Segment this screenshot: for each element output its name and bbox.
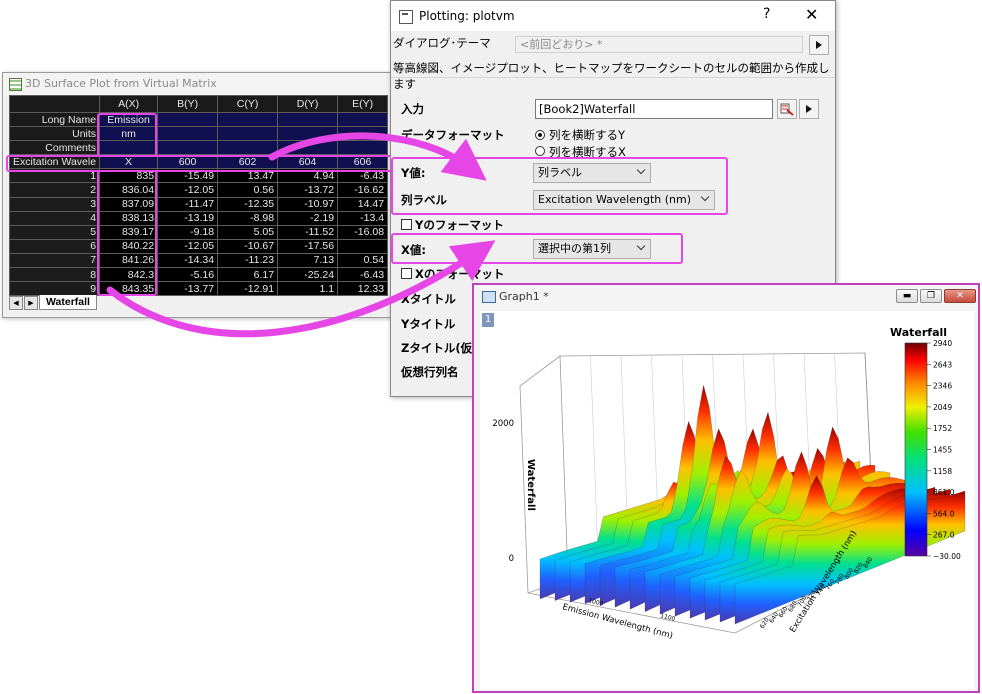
legend-title: Waterfall [890, 326, 947, 339]
plot-area[interactable]: 1 2000 0 Waterfall Emission Wavelength (… [480, 311, 974, 689]
arrow-x-to-xvalue [106, 240, 496, 338]
arrow-excitation-to-y [268, 132, 487, 181]
legend-tick-label: 1455 [933, 446, 952, 455]
color-scale-bar [904, 342, 928, 557]
legend-tick-label: 861.0 [933, 488, 955, 497]
minimize-button[interactable]: ▬ [896, 289, 918, 303]
legend-tick-label: 2940 [933, 339, 952, 348]
legend-tick-label: 2346 [933, 382, 952, 391]
z-tick-label: 0 [509, 554, 514, 564]
graph-title: Graph1 * [499, 290, 549, 303]
graph-close-button[interactable]: ✕ [944, 289, 976, 303]
z-tick-label: 2000 [492, 419, 514, 429]
graph-window[interactable]: Graph1 * ▬ ❐ ✕ 1 2000 0 Waterfall Emissi… [472, 283, 980, 693]
graph-titlebar[interactable]: Graph1 * ▬ ❐ ✕ [474, 285, 978, 309]
legend-tick-label: 1752 [933, 424, 952, 433]
legend-tick-label: 2643 [933, 360, 952, 369]
layer-indicator[interactable]: 1 [482, 313, 494, 327]
x-axis-label: Emission Wavelength (nm) [561, 602, 674, 641]
legend-tick-label: 267.0 [933, 531, 955, 540]
legend-tick-label: 564.0 [933, 509, 955, 518]
surface-plot: 2000 0 Waterfall Emission Wavelength (nm… [492, 326, 966, 641]
legend-tick-label: −30.00 [933, 552, 961, 561]
z-axis-label: Waterfall [525, 459, 536, 511]
maximize-button[interactable]: ❐ [920, 289, 942, 303]
x-tick-label: 1100 [659, 612, 676, 623]
legend-tick-label: 2049 [933, 403, 952, 412]
graph-window-icon [482, 291, 496, 303]
legend-tick-label: 1158 [933, 467, 952, 476]
